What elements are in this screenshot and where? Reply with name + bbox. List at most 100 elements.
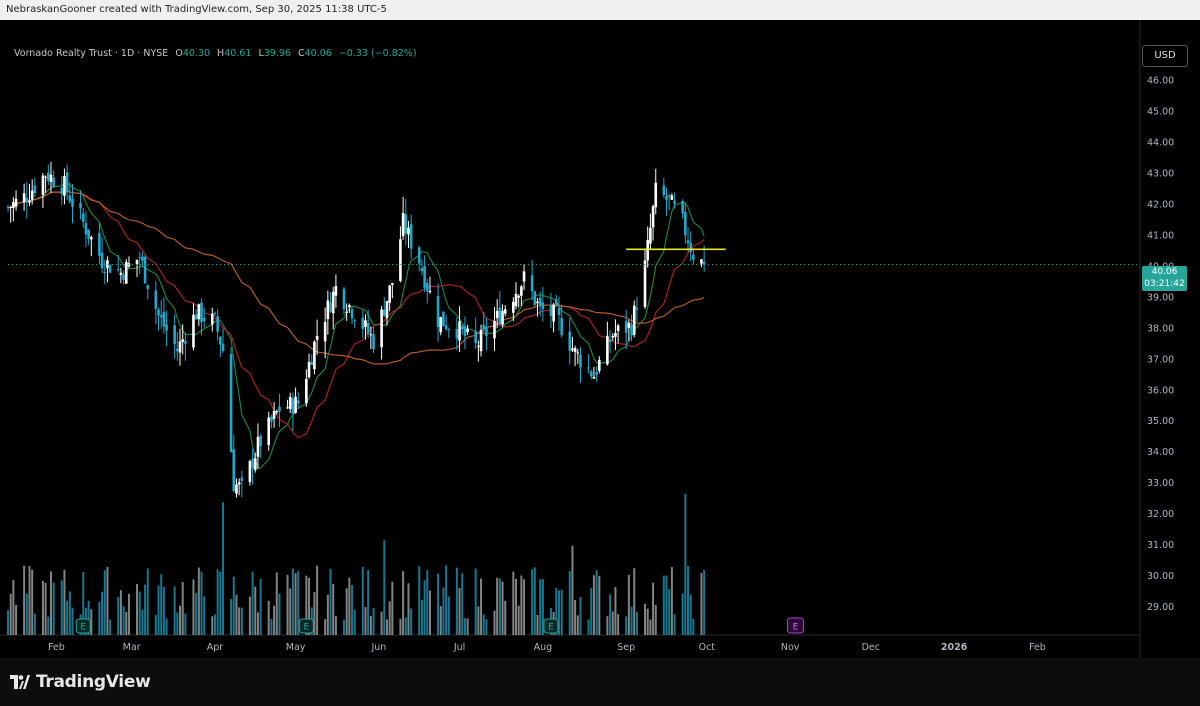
candle-body (181, 339, 185, 342)
y-tick-label: 43.00 (1147, 168, 1174, 179)
volume-bar (512, 571, 515, 635)
candle-body (474, 331, 477, 344)
candle (686, 227, 690, 252)
candle (248, 459, 252, 486)
volume-bar (439, 606, 442, 635)
candle-body (463, 326, 467, 337)
candle-body (79, 202, 82, 209)
volume-bar (442, 587, 445, 635)
candle (108, 263, 112, 274)
candle-body (272, 411, 276, 419)
candle-body (579, 354, 582, 368)
candle-body (460, 326, 464, 330)
x-tick-label: May (286, 642, 306, 653)
candle-body (176, 348, 179, 352)
candle (141, 252, 144, 267)
candle (388, 284, 391, 312)
candle-body (108, 265, 112, 273)
candle (194, 309, 198, 320)
volume-bar (458, 588, 461, 635)
candle-body (409, 224, 413, 249)
candle-body (296, 400, 300, 404)
candle-body (560, 318, 563, 336)
candle-body (643, 260, 647, 307)
candle (684, 202, 687, 244)
candle (353, 318, 357, 329)
price-chart[interactable]: 46.0045.0044.0043.0042.0041.0040.0039.00… (0, 20, 1200, 658)
volume-bar (203, 596, 206, 635)
volume-bar (278, 593, 281, 635)
candle-body (442, 311, 445, 327)
volume-bar (259, 578, 262, 635)
candle-body (221, 343, 225, 351)
candle-body (124, 261, 128, 284)
tradingview-logo-icon (10, 675, 30, 689)
candle-body (520, 286, 523, 296)
candle-body (401, 212, 405, 237)
candle (643, 248, 647, 310)
candle-body (632, 305, 636, 335)
volume-bar (165, 618, 168, 635)
candle-body (194, 314, 198, 320)
volume-bar (501, 581, 504, 635)
candle-body (326, 300, 330, 320)
close-value: 40.06 (304, 48, 332, 59)
tradingview-logo[interactable]: TradingView (10, 672, 151, 692)
volume-bar (213, 614, 216, 635)
volume-bar (162, 586, 165, 635)
change-value: −0.33 (−0.82%) (338, 48, 417, 59)
candle-body (455, 328, 459, 339)
candle-body (229, 353, 233, 452)
volume-bar (568, 571, 571, 635)
candle-body (530, 275, 534, 292)
volume-bar (9, 593, 12, 635)
volume-bar (195, 592, 198, 635)
candle (447, 327, 451, 339)
y-tick-label: 35.00 (1147, 416, 1174, 427)
chart-frame[interactable]: 46.0045.0044.0043.0042.0041.0040.0039.00… (0, 20, 1200, 658)
volume-bar (665, 575, 668, 635)
candle (52, 170, 55, 189)
volume-bar (633, 568, 636, 635)
candle-body (143, 256, 147, 284)
candle-body (425, 282, 429, 292)
candle (409, 214, 413, 259)
candle-body (428, 290, 432, 293)
candle (571, 336, 574, 352)
candle (87, 229, 90, 245)
candle-body (240, 477, 244, 481)
candle-body (237, 482, 241, 485)
volume-bar (240, 607, 243, 635)
candle-body (573, 348, 577, 353)
candle (63, 168, 66, 205)
volume-bar (445, 565, 448, 635)
candle-body (213, 312, 217, 314)
candle (635, 296, 639, 322)
candle (439, 316, 443, 336)
volume-bar (461, 573, 464, 635)
candle (662, 177, 666, 198)
candle-body (514, 293, 518, 307)
candle (485, 317, 488, 350)
candle-body (576, 352, 580, 354)
candle-body (259, 435, 262, 447)
candle (350, 306, 354, 324)
volume-bar (539, 579, 542, 635)
volume-bar (326, 594, 329, 635)
volume-bar (353, 609, 356, 635)
volume-bar (179, 605, 182, 635)
candle (331, 286, 335, 330)
volume-bar (31, 569, 34, 635)
candle-body (313, 341, 316, 370)
candle-body (103, 272, 107, 274)
candle (498, 290, 502, 327)
volume-bar (192, 579, 195, 635)
candle-body (587, 367, 590, 369)
volume-bar (482, 614, 485, 635)
volume-bar (595, 570, 598, 635)
candle-body (184, 340, 187, 344)
currency-button[interactable]: USD (1142, 45, 1188, 67)
volume-bar (173, 586, 176, 635)
candle (474, 317, 477, 349)
y-tick-label: 34.00 (1147, 447, 1174, 458)
